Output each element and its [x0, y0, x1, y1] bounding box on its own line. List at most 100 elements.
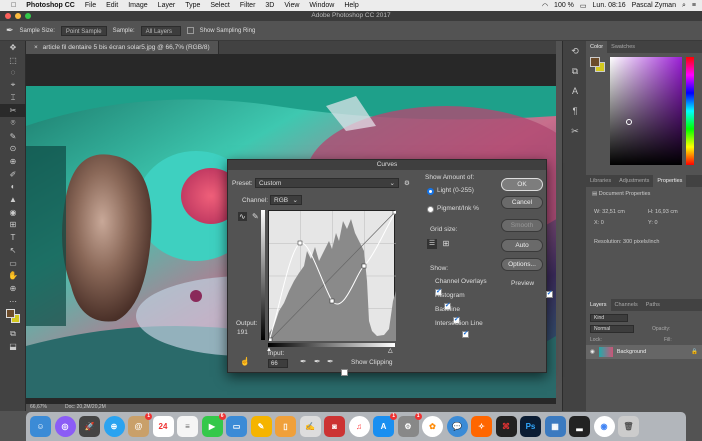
photos-icon[interactable]: ✿ [422, 416, 443, 437]
pigment-radio[interactable] [427, 206, 434, 213]
white-point-slider[interactable]: △ [388, 347, 393, 354]
foreground-color-swatch[interactable] [6, 309, 15, 319]
messages-icon[interactable]: 💬 [446, 416, 468, 437]
tool-hand[interactable]: ✋ [0, 269, 26, 282]
contacts-icon[interactable]: @1 [128, 413, 152, 437]
curve-points-tool-icon[interactable]: ∿ [238, 212, 247, 221]
menu-filter[interactable]: Filter [235, 2, 261, 9]
close-window-button[interactable] [5, 13, 11, 19]
pages-icon[interactable]: ✎ [250, 416, 272, 437]
tab-adjustments[interactable]: Adjustments [615, 175, 653, 187]
tool-screenmode[interactable]: ⬓ [0, 340, 26, 353]
visibility-eye-icon[interactable]: ◉ [590, 349, 595, 355]
character-panel-icon[interactable]: A [563, 81, 587, 101]
pencil-icon[interactable]: ✎ [252, 212, 259, 221]
photo-booth-icon[interactable]: ◙ [324, 416, 345, 437]
preset-select[interactable]: Custom ⌄ [255, 178, 399, 188]
menu-list-icon[interactable]: ≡ [692, 2, 696, 9]
auto-button[interactable]: Auto [501, 239, 543, 252]
black-eyedropper-icon[interactable]: ✒ [300, 357, 307, 366]
keynote-icon[interactable]: ▭ [226, 416, 247, 437]
tool-stamp[interactable]: ⊙ [0, 143, 26, 156]
battery-icon[interactable]: ▭ [580, 2, 587, 10]
clock[interactable]: Lun. 08:16 [593, 2, 626, 9]
tool-blur[interactable]: ▲ [0, 193, 26, 206]
menu-3d[interactable]: 3D [260, 2, 279, 9]
app-menu[interactable]: Photoshop CC [21, 2, 80, 9]
facetime-icon[interactable]: ▶ 6 [201, 413, 226, 437]
zoom-window-button[interactable] [25, 13, 31, 19]
h-value[interactable]: 16,93 cm [655, 209, 678, 215]
battery-label[interactable]: 100 % [554, 2, 574, 9]
target-adjust-icon[interactable]: ☝ [240, 357, 250, 366]
tool-type[interactable]: T [0, 231, 26, 244]
channel-select[interactable]: RGB ⌄ [270, 195, 302, 205]
intersection-line-checkbox[interactable] [461, 329, 469, 338]
tool-zoom[interactable]: ⊕ [0, 282, 26, 295]
tools-panel-icon[interactable]: ✂ [563, 121, 587, 141]
tool-quickmask[interactable]: ⧉ [0, 327, 26, 340]
tab-swatches[interactable]: Swatches [607, 41, 639, 53]
tool-path-select[interactable]: ↖ [0, 244, 26, 257]
blend-mode-select[interactable]: Normal [590, 325, 634, 333]
tool-more[interactable]: ⋯ [0, 295, 26, 308]
color-field[interactable] [610, 57, 682, 165]
menu-window[interactable]: Window [304, 2, 339, 9]
tool-shape[interactable]: ▭ [0, 257, 26, 270]
safari-icon[interactable]: ⊕ [103, 416, 125, 437]
eyedropper-tool-icon[interactable]: ✒ [6, 25, 14, 36]
hue-slider[interactable] [686, 57, 694, 165]
simple-grid-icon[interactable]: ☰ [427, 239, 437, 249]
ok-button[interactable]: OK [501, 178, 543, 191]
history-panel-icon[interactable]: ⟲ [563, 41, 587, 61]
activity-monitor-icon[interactable]: ▂ [569, 416, 590, 437]
menu-type[interactable]: Type [180, 2, 205, 9]
tool-move[interactable]: ✥ [0, 41, 26, 54]
layer-row[interactable]: ◉ Background 🔒 [586, 345, 702, 359]
tool-eraser[interactable]: ✐ [0, 168, 26, 181]
wifi-icon[interactable]: ◠ [542, 2, 548, 10]
close-tab-icon[interactable]: × [34, 44, 38, 51]
light-radio[interactable] [427, 188, 434, 195]
tab-paths[interactable]: Paths [642, 299, 664, 311]
preview-checkbox[interactable] [545, 289, 553, 298]
launchpad-icon[interactable]: 🚀 [79, 416, 100, 437]
doc-info[interactable]: Doc: 20,2M/20,2M [65, 404, 106, 411]
chrome-icon[interactable]: ◉ [593, 416, 615, 437]
notes-icon[interactable]: ≡ [177, 416, 198, 437]
fg-color-chip[interactable] [590, 57, 600, 67]
minimize-window-button[interactable] [15, 13, 21, 19]
apple-icon[interactable]:  [6, 2, 21, 9]
tool-dodge[interactable]: ◉ [0, 206, 26, 219]
document-tab[interactable]: × article fil dentaire 5 bis écran solar… [26, 41, 219, 54]
preset-options-gear-icon[interactable]: ⚙ [404, 179, 410, 187]
tool-brush[interactable]: ✎ [0, 130, 26, 143]
show-ring-checkbox[interactable] [186, 27, 194, 34]
menu-edit[interactable]: Edit [101, 2, 123, 9]
app-store-icon[interactable]: A1 [373, 413, 397, 437]
white-eyedropper-icon[interactable]: ✒ [327, 357, 334, 366]
zoom-level[interactable]: 66,67% [30, 404, 47, 411]
textedit-icon[interactable]: ✍ [299, 416, 321, 437]
gray-eyedropper-icon[interactable]: ✒ [314, 357, 321, 366]
curve-graph[interactable] [267, 209, 398, 343]
menu-file[interactable]: File [80, 2, 101, 9]
trash-icon[interactable]: 🗑 [618, 416, 639, 437]
tool-history[interactable]: ⊕ [0, 155, 26, 168]
layer-name[interactable]: Background [617, 349, 646, 355]
show-clipping-checkbox[interactable] [341, 369, 348, 376]
input-value[interactable]: 66 [268, 359, 288, 368]
output-value[interactable]: 191 [237, 329, 248, 336]
w-value[interactable]: 32,51 cm [602, 209, 625, 215]
tab-layers[interactable]: Layers [586, 299, 611, 311]
acrobat-icon[interactable]: ⌘ [495, 416, 517, 437]
calendar-icon[interactable]: 24 [152, 416, 174, 437]
tool-gradient[interactable]: ◐ [0, 181, 26, 194]
smooth-button[interactable]: Smooth [501, 219, 543, 232]
x-value[interactable]: 0 [601, 220, 604, 226]
tool-pen[interactable]: ⊞ [0, 219, 26, 232]
options-button[interactable]: Options... [501, 258, 543, 271]
color-swatches[interactable] [0, 307, 26, 327]
menu-help[interactable]: Help [339, 2, 363, 9]
tab-properties[interactable]: Properties [653, 175, 687, 187]
